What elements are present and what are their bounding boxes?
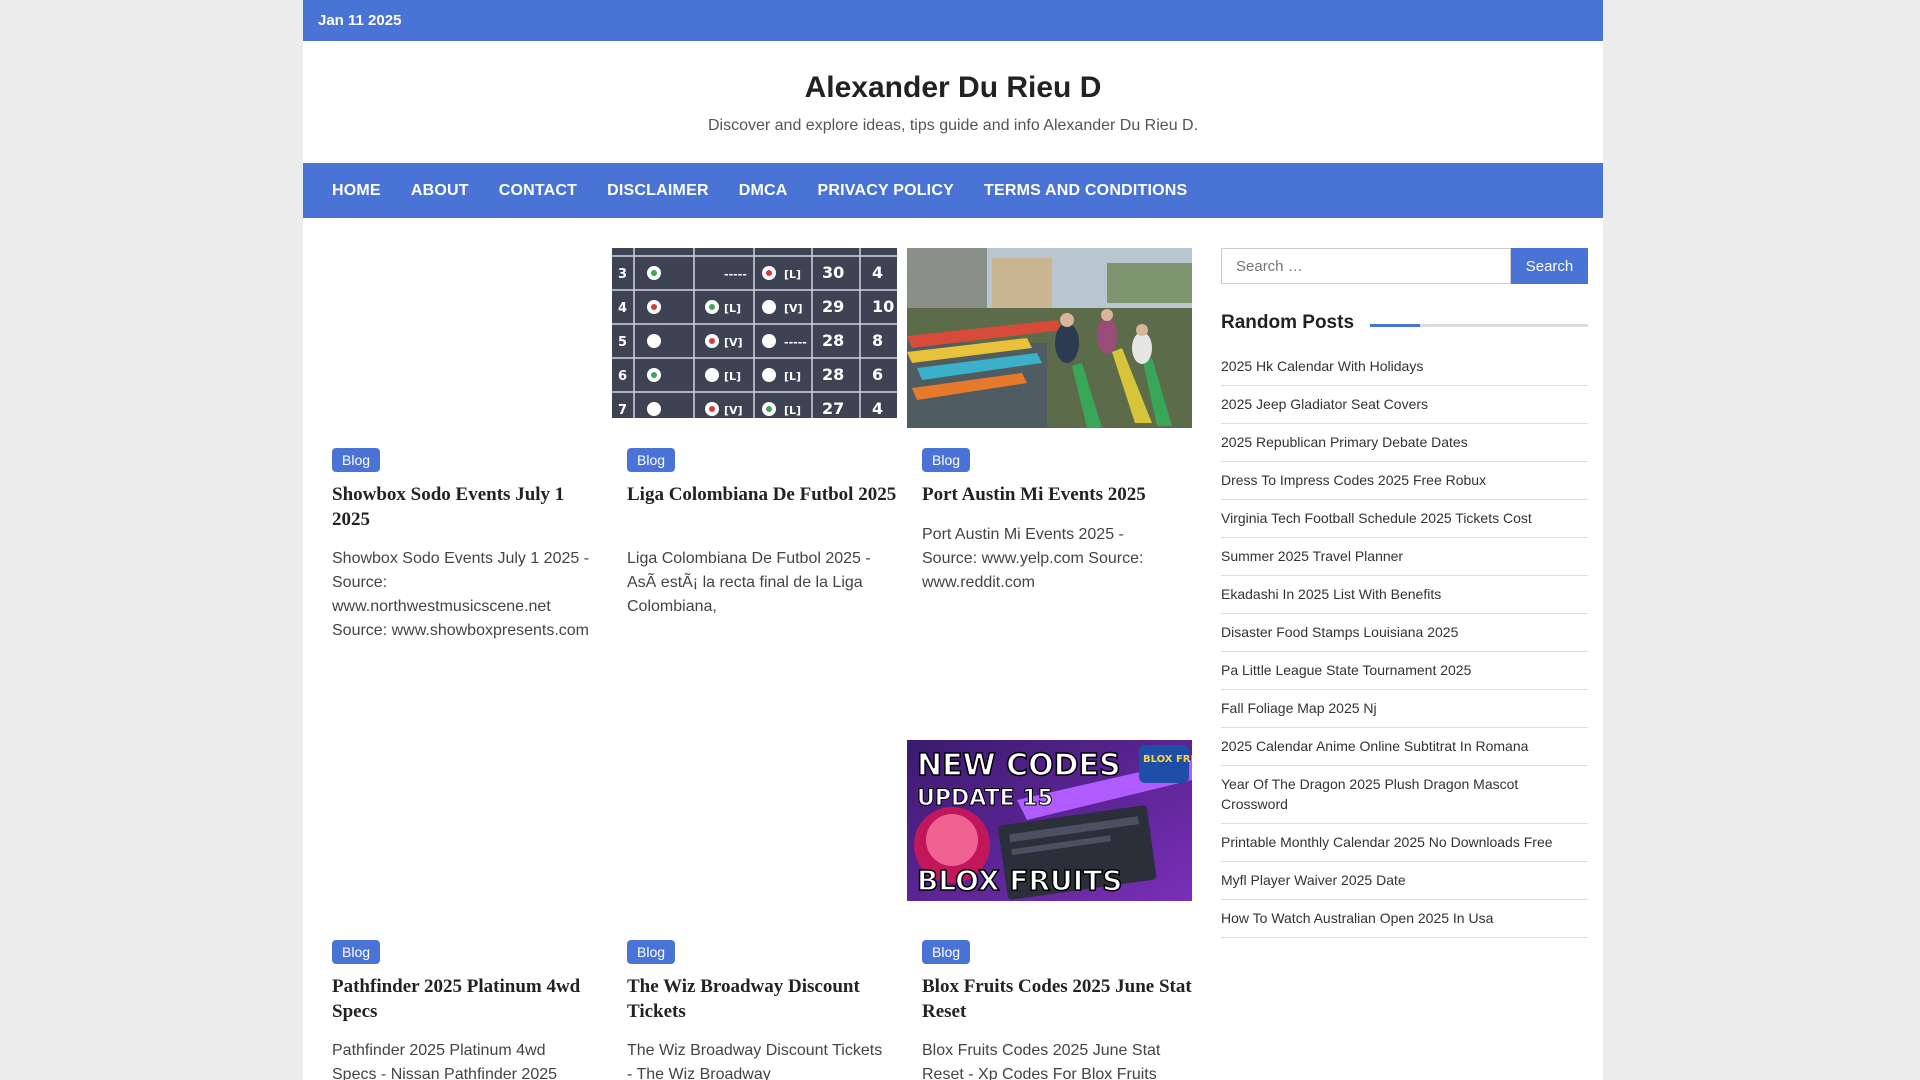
standings-cell: 29 xyxy=(822,297,844,316)
standings-cell: 3 xyxy=(618,267,627,282)
banner-headline: NEW CODES xyxy=(917,748,1121,783)
search-button[interactable]: Search xyxy=(1511,248,1588,284)
post-title[interactable]: Port Austin Mi Events 2025 xyxy=(922,482,1192,507)
game-logo: BLOX FRUITS xyxy=(1143,754,1192,765)
post-title[interactable]: Liga Colombiana De Futbol 2025 xyxy=(627,482,897,507)
category-badge[interactable]: Blog xyxy=(332,940,381,964)
post-excerpt: Port Austin Mi Events 2025 - Source: www… xyxy=(922,526,1144,591)
blox-fruits-banner: NEW CODES UPDATE 15 BLOX FRUITS BLOX FRU… xyxy=(907,740,1192,901)
random-post-link[interactable]: 2025 Calendar Anime Online Subtitrat In … xyxy=(1221,728,1588,766)
standings-cell: 4 xyxy=(872,399,883,418)
random-post-link[interactable]: Myfl Player Waiver 2025 Date xyxy=(1221,862,1588,900)
standings-cell: 4 xyxy=(872,263,883,282)
nav-about[interactable]: ABOUT xyxy=(411,182,469,200)
standings-cell: [V] xyxy=(724,404,743,417)
heading-underline xyxy=(1370,324,1588,327)
category-badge[interactable]: Blog xyxy=(627,940,676,964)
post-excerpt: Pathfinder 2025 Platinum 4wd Specs - Nis… xyxy=(332,1042,558,1080)
random-post-link[interactable]: Summer 2025 Travel Planner xyxy=(1221,538,1588,576)
random-post-link[interactable]: 2025 Republican Primary Debate Dates xyxy=(1221,424,1588,462)
nav-disclaimer[interactable]: DISCLAIMER xyxy=(607,182,709,200)
standings-cell: [V] xyxy=(784,302,803,315)
site-header: Alexander Du Rieu D Discover and explore… xyxy=(303,41,1603,163)
category-badge[interactable]: Blog xyxy=(627,448,676,472)
random-post-link[interactable]: 2025 Jeep Gladiator Seat Covers xyxy=(1221,386,1588,424)
standings-cell: [L] xyxy=(784,404,801,417)
post-thumbnail[interactable] xyxy=(907,248,1192,428)
random-post-link[interactable]: How To Watch Australian Open 2025 In Usa xyxy=(1221,900,1588,938)
nav-contact[interactable]: CONTACT xyxy=(499,182,577,200)
current-date: Jan 11 2025 xyxy=(318,12,402,29)
standings-cell: 8 xyxy=(872,331,883,350)
random-post-link[interactable]: 2025 Hk Calendar With Holidays xyxy=(1221,348,1588,386)
random-post-link[interactable]: Disaster Food Stamps Louisiana 2025 xyxy=(1221,614,1588,652)
standings-cell: 10 xyxy=(872,297,894,316)
sidebar: Search Random Posts 2025 Hk Calendar Wit… xyxy=(1221,248,1588,938)
site-title[interactable]: Alexander Du Rieu D xyxy=(303,71,1603,105)
nav-dmca[interactable]: DMCA xyxy=(739,182,788,200)
standings-cell: [L] xyxy=(724,302,741,315)
standings-cell: 4 xyxy=(618,301,627,316)
random-post-link[interactable]: Pa Little League State Tournament 2025 xyxy=(1221,652,1588,690)
standings-cell: [L] xyxy=(724,370,741,383)
post-excerpt: Liga Colombiana De Futbol 2025 - AsÃ est… xyxy=(627,550,871,615)
standings-cell: 5 xyxy=(618,335,627,350)
standings-table-image: 3 ----- [L] 30 4 4 [L] [V] 29 10 5 [V] ----- 28 8 6 [L] [… xyxy=(612,248,897,418)
standings-cell: 6 xyxy=(872,365,883,384)
post-excerpt: Blox Fruits Codes 2025 June Stat Reset -… xyxy=(922,1042,1161,1080)
standings-cell: 6 xyxy=(618,369,627,384)
standings-cell: 28 xyxy=(822,365,844,384)
post-thumbnail[interactable]: NEW CODES UPDATE 15 BLOX FRUITS BLOX FRU… xyxy=(907,740,1192,901)
standings-cell: [L] xyxy=(784,370,801,383)
kayaks-photo xyxy=(907,248,1192,428)
random-post-link[interactable]: Fall Foliage Map 2025 Nj xyxy=(1221,690,1588,728)
banner-subline: UPDATE 15 xyxy=(917,786,1053,811)
top-bar: Jan 11 2025 xyxy=(303,0,1603,41)
random-post-link[interactable]: Virginia Tech Football Schedule 2025 Tic… xyxy=(1221,500,1588,538)
nav-terms-and-conditions[interactable]: TERMS AND CONDITIONS xyxy=(984,182,1187,200)
standings-cell: 28 xyxy=(822,331,844,350)
category-badge[interactable]: Blog xyxy=(922,448,971,472)
post-title[interactable]: Pathfinder 2025 Platinum 4wd Specs xyxy=(332,974,602,1024)
post-title[interactable]: Blox Fruits Codes 2025 June Stat Reset xyxy=(922,974,1192,1024)
search-form: Search xyxy=(1221,248,1588,284)
post-title[interactable]: Showbox Sodo Events July 1 2025 xyxy=(332,482,602,532)
random-post-link[interactable]: Printable Monthly Calendar 2025 No Downl… xyxy=(1221,824,1588,862)
category-badge[interactable]: Blog xyxy=(922,940,971,964)
standings-cell: 30 xyxy=(822,263,844,282)
standings-cell: ----- xyxy=(784,336,807,349)
standings-cell: ----- xyxy=(724,268,747,281)
page-wrapper: Jan 11 2025 Alexander Du Rieu D Discover… xyxy=(303,0,1603,1080)
post-title[interactable]: The Wiz Broadway Discount Tickets xyxy=(627,974,897,1024)
random-post-link[interactable]: Dress To Impress Codes 2025 Free Robux xyxy=(1221,462,1588,500)
site-tagline: Discover and explore ideas, tips guide a… xyxy=(707,117,1199,134)
category-badge[interactable]: Blog xyxy=(332,448,381,472)
post-excerpt: The Wiz Broadway Discount Tickets - The … xyxy=(627,1042,883,1080)
standings-cell: [V] xyxy=(724,336,743,349)
post-excerpt: Showbox Sodo Events July 1 2025 - Source… xyxy=(332,550,590,639)
nav-home[interactable]: HOME xyxy=(332,182,381,200)
random-post-link[interactable]: Ekadashi In 2025 List With Benefits xyxy=(1221,576,1588,614)
random-post-link[interactable]: Year Of The Dragon 2025 Plush Dragon Mas… xyxy=(1221,766,1588,824)
random-posts-list: 2025 Hk Calendar With Holidays 2025 Jeep … xyxy=(1221,348,1588,938)
standings-cell: 27 xyxy=(822,399,844,418)
search-input[interactable] xyxy=(1221,248,1511,284)
post-thumbnail[interactable]: 3 ----- [L] 30 4 4 [L] [V] 29 10 5 [V] ----- 28 8 6 [L] [… xyxy=(612,248,897,418)
random-posts-heading: Random Posts xyxy=(1221,312,1588,342)
standings-cell: 7 xyxy=(618,403,627,418)
main-nav: HOME ABOUT CONTACT DISCLAIMER DMCA PRIVA… xyxy=(303,163,1603,218)
standings-cell: [L] xyxy=(784,268,801,281)
random-posts-title: Random Posts xyxy=(1221,312,1355,333)
banner-game-title: BLOX FRUITS xyxy=(917,864,1122,897)
nav-privacy-policy[interactable]: PRIVACY POLICY xyxy=(818,182,954,200)
